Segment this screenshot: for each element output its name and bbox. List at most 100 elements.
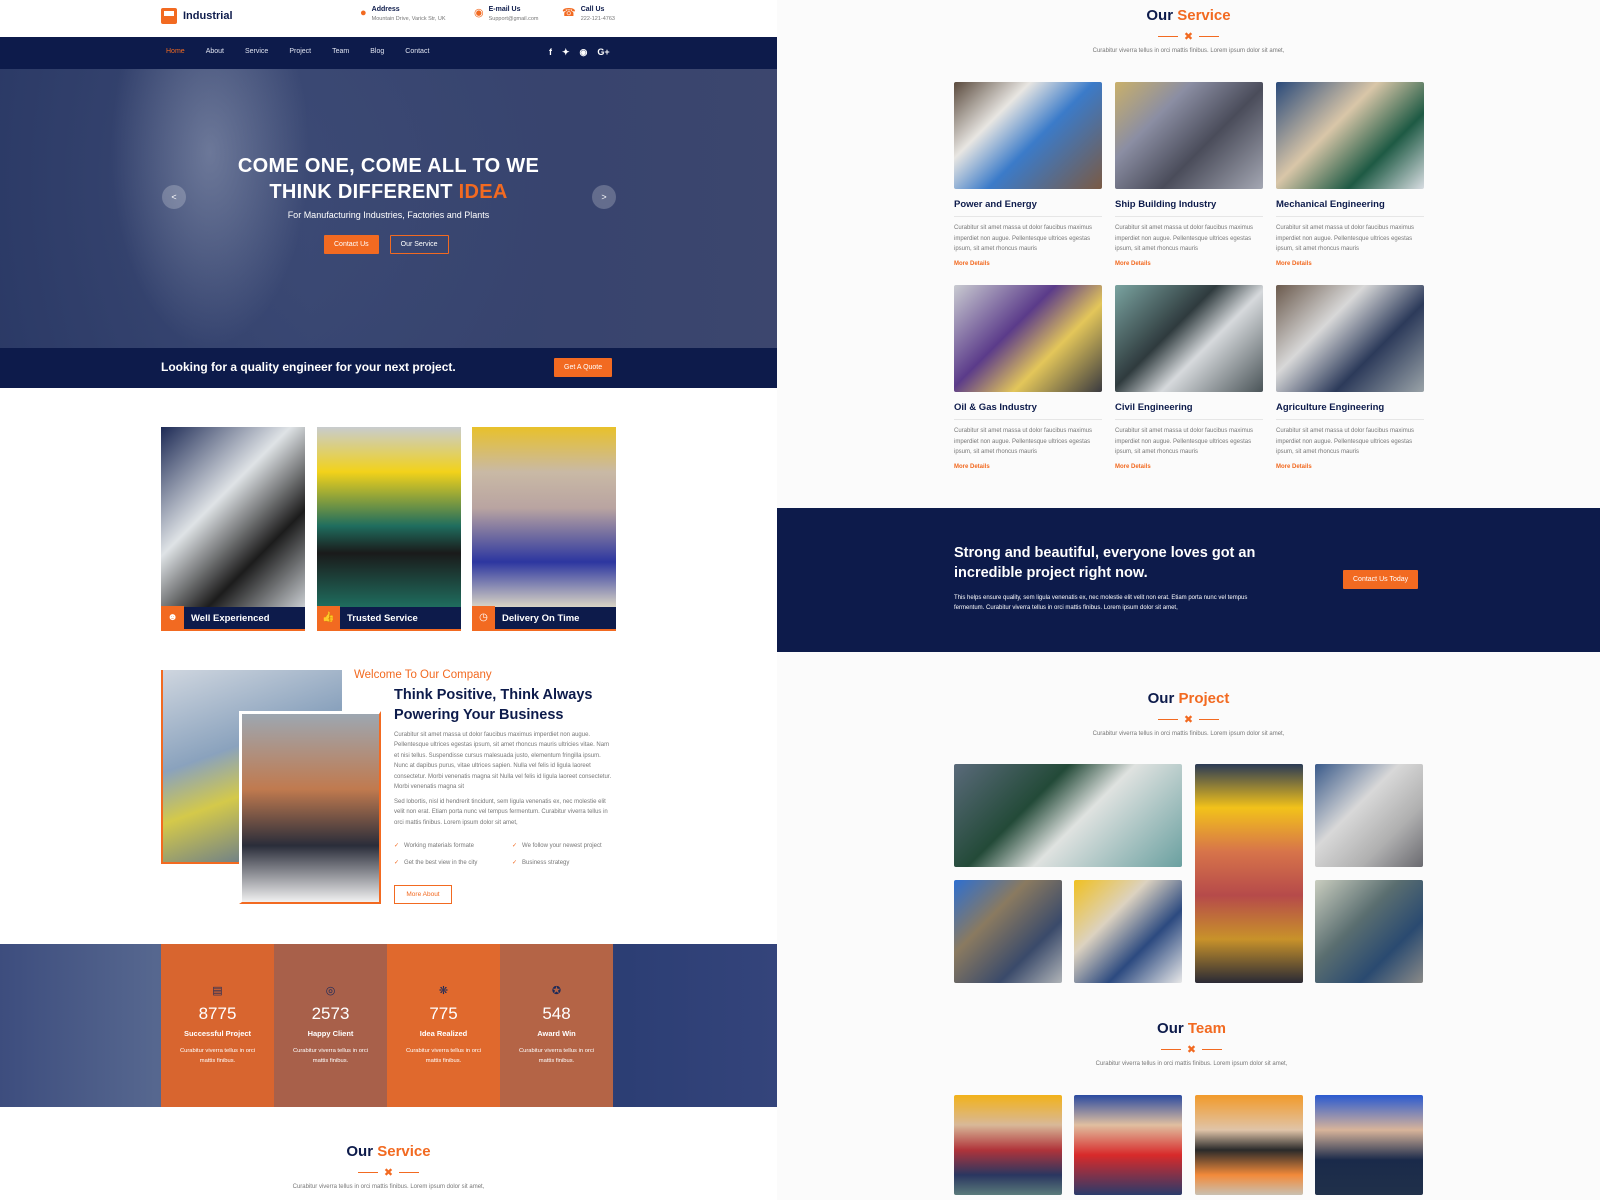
service-card[interactable]: Power and Energy Curabitur sit amet mass… xyxy=(954,82,1102,267)
project-heading: Our Project ✖ Curabitur viverra tellus i… xyxy=(777,690,1600,737)
clock-icon: ◷ xyxy=(472,606,495,630)
hero-title: COME ONE, COME ALL TO WE THINK DIFFERENT… xyxy=(0,153,777,205)
hero-slider: COME ONE, COME ALL TO WE THINK DIFFERENT… xyxy=(0,69,777,348)
stat-desc: Curabitur viverra tellus in orci mattis … xyxy=(292,1048,369,1064)
nav-contact[interactable]: Contact xyxy=(405,48,429,55)
logo[interactable]: Industrial xyxy=(161,8,233,24)
nav-blog[interactable]: Blog xyxy=(370,48,384,55)
project-image[interactable] xyxy=(954,764,1182,867)
nav-service[interactable]: Service xyxy=(245,48,268,55)
contact-title: Address xyxy=(371,6,400,13)
contact-us-button[interactable]: Contact Us xyxy=(324,235,379,254)
lightbulb-icon: ❋ xyxy=(438,985,449,997)
project-image[interactable] xyxy=(1074,880,1182,983)
project-image[interactable] xyxy=(954,880,1062,983)
about-title: Think Positive, Think Always Powering Yo… xyxy=(394,687,593,723)
check-text: We follow your newest project xyxy=(522,843,602,849)
nav-home[interactable]: Home xyxy=(166,48,185,55)
our-service-button[interactable]: Our Service xyxy=(389,235,449,254)
feature-card[interactable]: 👍 Trusted Service xyxy=(317,427,461,631)
check-text: Working materials formate xyxy=(404,843,474,849)
cta-text: This helps ensure quality, sem ligula ve… xyxy=(954,595,1248,611)
stat-value: 8775 xyxy=(198,1004,237,1023)
feature-card[interactable]: ☻ Well Experienced xyxy=(161,427,305,631)
stat-card: ◎ 2573 Happy Client Curabitur viverra te… xyxy=(274,944,387,1107)
more-details-link[interactable]: More Details xyxy=(1276,261,1424,267)
service-desc: Curabitur sit amet massa ut dolor faucib… xyxy=(1115,428,1254,455)
check-item: ✓ Get the best view in the city xyxy=(394,859,512,866)
heading-subtitle: Curabitur viverra tellus in orci mattis … xyxy=(1092,48,1285,54)
stat-desc: Curabitur viverra tellus in orci mattis … xyxy=(518,1048,595,1064)
feature-image xyxy=(161,427,305,607)
heading-accent: Service xyxy=(1177,7,1231,24)
feature-image xyxy=(317,427,461,607)
main-nav: Home About Service Project Team Blog Con… xyxy=(0,37,777,69)
stat-label: Award Win xyxy=(537,1029,576,1038)
more-details-link[interactable]: More Details xyxy=(954,261,1102,267)
about-checklist: ✓ Working materials formate ✓ We follow yo… xyxy=(394,842,624,866)
facebook-icon[interactable]: f xyxy=(549,47,552,58)
team-member-photo[interactable] xyxy=(1195,1095,1303,1195)
service-card[interactable]: Oil & Gas Industry Curabitur sit amet ma… xyxy=(954,285,1102,470)
stat-value: 2573 xyxy=(311,1004,350,1023)
twitter-icon[interactable]: ✦ xyxy=(562,47,570,58)
feature-label: Well Experienced xyxy=(191,612,270,624)
project-image[interactable] xyxy=(1315,764,1423,867)
service-image xyxy=(1115,285,1263,392)
heading-accent: Service xyxy=(377,1143,431,1160)
reddit-icon[interactable]: ◉ xyxy=(580,47,588,58)
more-details-link[interactable]: More Details xyxy=(1276,464,1424,470)
hero-buttons: Contact Us Our Service xyxy=(324,235,449,254)
heading-text: Our xyxy=(1147,690,1179,707)
stat-card: ✪ 548 Award Win Curabitur viverra tellus… xyxy=(500,944,613,1107)
check-icon: ✓ xyxy=(512,843,518,849)
project-image[interactable] xyxy=(1195,764,1303,983)
check-icon: ✓ xyxy=(512,860,518,866)
more-details-link[interactable]: More Details xyxy=(1115,261,1263,267)
google-plus-icon[interactable]: G+ xyxy=(597,47,609,58)
tools-icon: ✖ xyxy=(1183,714,1194,726)
slider-prev-button[interactable]: < xyxy=(162,185,186,209)
team-member-photo[interactable] xyxy=(1315,1095,1423,1195)
nav-about[interactable]: About xyxy=(206,48,224,55)
check-item: ✓ Business strategy xyxy=(512,859,624,866)
project-image[interactable] xyxy=(1315,880,1423,983)
service-title: Agriculture Engineering xyxy=(1276,402,1424,420)
heading-accent: Team xyxy=(1187,1020,1226,1037)
target-icon: ◎ xyxy=(325,985,336,997)
service-card[interactable]: Agriculture Engineering Curabitur sit am… xyxy=(1276,285,1424,470)
contact-title: Call Us xyxy=(580,6,605,13)
social-links: f ✦ ◉ G+ xyxy=(549,47,610,58)
heading-text: Our xyxy=(1157,1020,1188,1037)
slider-next-button[interactable]: > xyxy=(592,185,616,209)
service-card[interactable]: Ship Building Industry Curabitur sit ame… xyxy=(1115,82,1263,267)
nav-team[interactable]: Team xyxy=(332,48,349,55)
contact-us-today-button[interactable]: Contact Us Today xyxy=(1343,570,1419,589)
logo-icon xyxy=(161,8,177,24)
get-quote-button[interactable]: Get A Quote xyxy=(554,358,613,377)
heading-accent: Project xyxy=(1178,690,1230,707)
service-title: Power and Energy xyxy=(954,199,1102,217)
stat-value: 775 xyxy=(429,1004,458,1023)
more-about-button[interactable]: More About xyxy=(394,885,452,904)
tools-icon: ✖ xyxy=(383,1167,394,1179)
stat-label: Happy Client xyxy=(307,1029,354,1038)
award-icon: ✪ xyxy=(551,985,562,997)
more-details-link[interactable]: More Details xyxy=(954,464,1102,470)
heading-subtitle: Curabitur viverra tellus in orci mattis … xyxy=(1092,731,1285,737)
more-details-link[interactable]: More Details xyxy=(1115,464,1263,470)
service-card[interactable]: Mechanical Engineering Curabitur sit ame… xyxy=(1276,82,1424,267)
service-desc: Curabitur sit amet massa ut dolor faucib… xyxy=(1276,225,1415,252)
team-member-photo[interactable] xyxy=(1074,1095,1182,1195)
brand-name: Industrial xyxy=(183,10,233,22)
phone-icon: ☎ xyxy=(562,7,576,19)
feature-card[interactable]: ◷ Delivery On Time xyxy=(472,427,616,631)
hero-title-line2: THINK DIFFERENT xyxy=(269,181,459,203)
contact-value: Support@gmail.com xyxy=(488,16,539,22)
page-canvas: Industrial ● Address Mountain Drive, Vari… xyxy=(0,0,1600,1200)
team-member-photo[interactable] xyxy=(954,1095,1062,1195)
check-item: ✓ Working materials formate xyxy=(394,842,512,849)
stat-value: 548 xyxy=(542,1004,571,1023)
service-card[interactable]: Civil Engineering Curabitur sit amet mas… xyxy=(1115,285,1263,470)
nav-project[interactable]: Project xyxy=(289,48,311,55)
